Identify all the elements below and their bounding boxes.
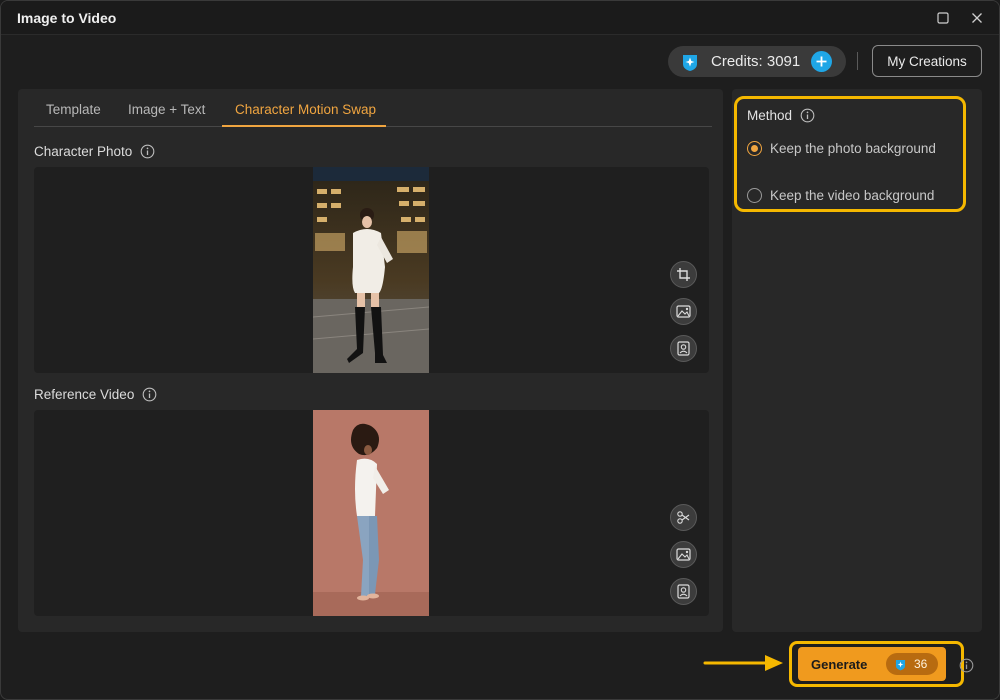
radio-keep-photo-background[interactable]: Keep the photo background: [747, 141, 936, 156]
replace-image-icon: [676, 305, 691, 318]
method-heading: Method: [747, 108, 815, 123]
method-group: Method Keep the photo background Keep th…: [734, 96, 966, 212]
credit-cost-badge: 36: [886, 653, 938, 675]
credits-pill: Credits: 3091: [668, 46, 846, 77]
my-creations-button[interactable]: My Creations: [872, 45, 982, 77]
add-credits-button[interactable]: [811, 51, 832, 72]
settings-panel: Method Keep the photo background Keep th…: [732, 89, 982, 632]
tab-image-text[interactable]: Image + Text: [128, 102, 205, 117]
character-photo-label: Character Photo: [34, 144, 133, 159]
replace-video-button[interactable]: [670, 541, 697, 568]
portrait-icon: [677, 584, 690, 599]
window-title: Image to Video: [17, 10, 117, 26]
credit-cost: 36: [914, 657, 928, 671]
crop-button[interactable]: [670, 261, 697, 288]
editor-panel: Template Image + Text Character Motion S…: [18, 89, 723, 632]
close-button[interactable]: [969, 10, 985, 26]
active-tab-indicator: [222, 125, 386, 127]
video-portrait-button[interactable]: [670, 578, 697, 605]
info-icon[interactable]: [142, 387, 157, 402]
portrait-icon: [677, 341, 690, 356]
title-bar: Image to Video: [1, 1, 999, 35]
info-icon[interactable]: [800, 108, 815, 123]
gem-icon: [683, 54, 697, 71]
reference-video-dropzone[interactable]: [34, 410, 709, 616]
generate-button[interactable]: Generate 36: [798, 647, 946, 681]
tab-character-motion-swap[interactable]: Character Motion Swap: [235, 102, 376, 117]
method-label: Method: [747, 108, 793, 123]
character-photo-dropzone[interactable]: [34, 167, 709, 373]
generate-label: Generate: [811, 656, 868, 672]
replace-photo-button[interactable]: [670, 298, 697, 325]
trim-video-button[interactable]: [670, 504, 697, 531]
character-photo-heading: Character Photo: [34, 144, 155, 159]
radio-label: Keep the video background: [770, 188, 935, 203]
tab-template[interactable]: Template: [46, 102, 101, 117]
radio-button[interactable]: [747, 141, 762, 156]
radio-keep-video-background[interactable]: Keep the video background: [747, 188, 934, 203]
app-window: Image to Video Credits: 3091 My Creation…: [0, 0, 1000, 700]
crop-icon: [677, 268, 690, 281]
radio-button[interactable]: [747, 188, 762, 203]
reference-video-label: Reference Video: [34, 387, 135, 402]
scissors-icon: [677, 511, 690, 524]
replace-image-icon: [676, 548, 691, 561]
arrow-annotation-icon: [703, 655, 783, 671]
plus-icon: [816, 56, 827, 67]
mode-tabs: Template Image + Text Character Motion S…: [34, 99, 712, 127]
portrait-button[interactable]: [670, 335, 697, 362]
info-icon[interactable]: [140, 144, 155, 159]
info-icon[interactable]: [959, 658, 974, 673]
maximize-icon: [937, 12, 949, 24]
character-photo-thumbnail: [313, 167, 429, 373]
gem-icon: [895, 659, 906, 670]
credits-count: Credits: 3091: [711, 53, 801, 70]
header-divider: [857, 52, 858, 70]
radio-label: Keep the photo background: [770, 141, 936, 156]
reference-video-thumbnail: [313, 410, 429, 616]
close-icon: [972, 13, 982, 23]
maximize-button[interactable]: [935, 10, 951, 26]
reference-video-heading: Reference Video: [34, 387, 157, 402]
